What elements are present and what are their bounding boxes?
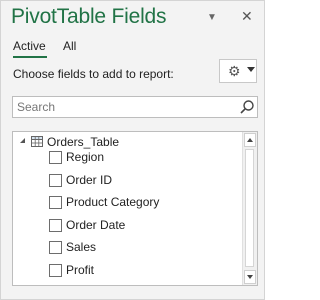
pivottable-fields-pane: PivotTable Fields ▼ ✕ Active All Choose … bbox=[0, 0, 265, 300]
caret-down-icon bbox=[247, 67, 255, 72]
pane-title: PivotTable Fields bbox=[11, 5, 167, 28]
field-checkbox[interactable] bbox=[49, 174, 62, 187]
field-label: Region bbox=[66, 150, 105, 164]
table-name: Orders_Table bbox=[47, 135, 120, 149]
gear-icon: ⚙ bbox=[228, 63, 241, 79]
tab-active[interactable]: Active bbox=[13, 39, 46, 53]
field-checkbox[interactable] bbox=[49, 151, 62, 164]
search-box[interactable] bbox=[12, 96, 258, 118]
collapse-triangle-icon[interactable] bbox=[20, 138, 25, 143]
scroll-up-arrow-icon[interactable] bbox=[244, 133, 256, 147]
search-icon[interactable] bbox=[239, 99, 255, 115]
field-list: Orders_Table Region Order ID Product Cat… bbox=[12, 131, 258, 286]
choose-fields-label: Choose fields to add to report: bbox=[13, 67, 174, 81]
field-label: Order ID bbox=[66, 173, 113, 187]
table-icon bbox=[31, 136, 43, 147]
field-checkbox[interactable] bbox=[49, 196, 62, 209]
tab-all[interactable]: All bbox=[63, 39, 76, 53]
field-label: Order Date bbox=[66, 218, 126, 232]
vertical-scrollbar[interactable] bbox=[242, 132, 257, 285]
field-checkbox[interactable] bbox=[49, 264, 62, 277]
field-checkbox[interactable] bbox=[49, 219, 62, 232]
scrollbar-thumb[interactable] bbox=[245, 149, 254, 267]
field-label: Sales bbox=[66, 240, 97, 254]
close-icon[interactable]: ✕ bbox=[241, 8, 253, 24]
field-list-tools-button[interactable]: ⚙ bbox=[219, 59, 257, 83]
active-tab-indicator bbox=[13, 56, 47, 58]
search-input[interactable] bbox=[17, 99, 227, 115]
field-label: Product Category bbox=[66, 195, 160, 209]
field-checkbox[interactable] bbox=[49, 241, 62, 254]
chevron-down-icon[interactable]: ▼ bbox=[207, 10, 217, 26]
field-label: Profit bbox=[66, 263, 95, 277]
scroll-down-arrow-icon[interactable] bbox=[244, 270, 256, 284]
